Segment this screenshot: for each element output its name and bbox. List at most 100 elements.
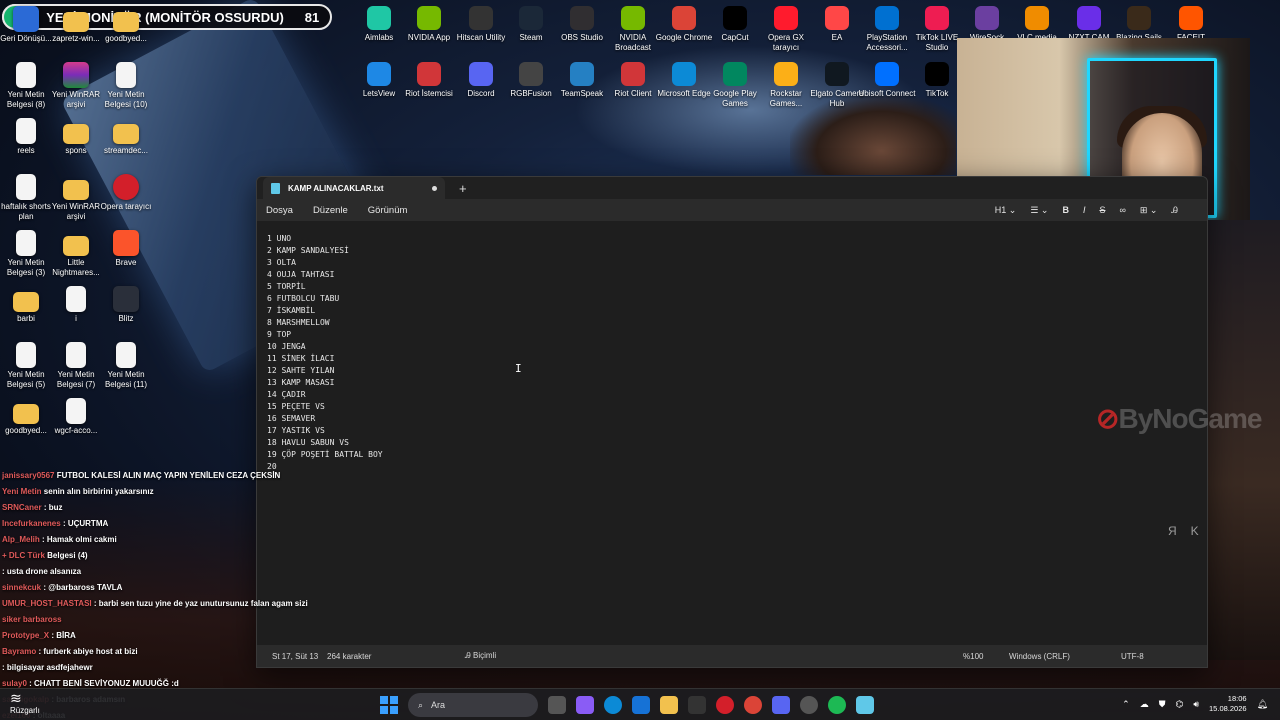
document-icon [66,286,86,312]
notepad-icon[interactable] [856,696,874,714]
chrome-icon[interactable] [744,696,762,714]
menu-duzenle[interactable]: Düzenle [313,205,348,216]
desktop-icon[interactable]: Yeni Metin Belgesi (10) [100,62,152,110]
app-shortcut-icon [1077,6,1101,30]
opera-icon[interactable] [716,696,734,714]
app-shortcut[interactable]: Riot İstemcisi [400,62,458,99]
app-shortcut[interactable]: Rockstar Games... [757,62,815,109]
desktop-icon[interactable]: barbi [0,286,52,324]
desktop-icon[interactable]: wgcf-acco... [50,398,102,436]
chat-username: Yeni Metin [2,487,42,496]
app-shortcut-label: Riot İstemcisi [405,89,453,98]
chat-text: : @barbaross TAVLA [43,583,123,592]
desktop-icon[interactable]: Yeni Metin Belgesi (7) [50,342,102,390]
editor-line: 17 YASTIK VS [267,426,325,435]
outlook-icon[interactable] [632,696,650,714]
notepad-editor[interactable]: 1 UNO 2 KAMP SANDALYESİ 3 OLTA 4 OUJA TAHTA… [257,229,1207,645]
app-shortcut-icon [570,6,594,30]
app-shortcut-icon [774,62,798,86]
desktop-icon[interactable]: Brave [100,230,152,268]
status-zoom[interactable]: %100 [963,652,1009,661]
app-shortcut[interactable]: RGBFusion [502,62,560,99]
desktop-icon[interactable]: Yeni Metin Belgesi (11) [100,342,152,390]
desktop-icon[interactable]: Geri Dönüşü... [0,6,52,44]
spotify-icon[interactable] [828,696,846,714]
bold-icon[interactable]: B [1062,205,1069,215]
desktop-icon[interactable]: goodbyed... [100,6,152,44]
desktop-icon[interactable]: i [50,286,102,324]
taskbar: ≋ Rüzgarlı ⌕ Ara ⌃ ☁ ⛊ ⌬ 🔊︎ 18:06 15.08.… [0,688,1280,720]
status-format[interactable]: Ꭿ Biçimli [465,651,963,661]
add-tab-icon[interactable]: + [459,181,467,196]
task-view-icon[interactable] [548,696,566,714]
app-shortcut-icon [1179,6,1203,30]
file-explorer-icon[interactable] [660,696,678,714]
desktop-icon[interactable]: haftalık shorts plan [0,174,52,222]
chat-username: UMUR_HOST_HASTASI [2,599,92,608]
app-shortcut[interactable]: Opera GX tarayıcı [757,6,815,53]
strikethrough-icon[interactable]: S [1099,205,1105,215]
security-icon[interactable]: ⛊ [1159,699,1166,710]
desktop-icon[interactable]: goodbyed... [0,398,52,436]
obs-icon[interactable] [800,696,818,714]
desktop-icon[interactable]: Opera tarayıcı [100,174,152,212]
edge-icon[interactable] [604,696,622,714]
brave-icon [113,230,139,256]
network-icon[interactable]: ⌬ [1175,699,1183,710]
app-shortcut[interactable]: OBS Studio [553,6,611,43]
taskbar-search[interactable]: ⌕ Ara [408,693,538,717]
chat-text: Belgesi (4) [47,551,88,560]
unsaved-dot-icon[interactable] [432,185,437,191]
cloud-icon[interactable]: ☁ [1140,699,1149,710]
weather-widget[interactable]: ≋ Rüzgarlı [10,691,40,716]
app-shortcut[interactable]: TeamSpeak [553,62,611,99]
desktop-icon[interactable]: Yeni Metin Belgesi (5) [0,342,52,390]
desktop-icon[interactable]: Yeni WinRAR arşivi [50,62,102,110]
desktop-icon[interactable]: Yeni WinRAR arşivi [50,174,102,222]
chat-message: janissary0567 FUTBOL KALESİ ALIN MAÇ YAP… [2,468,342,484]
desktop-icon[interactable]: zapretz-win... [50,6,102,44]
app-shortcut-icon [621,6,645,30]
app-shortcut-icon [469,62,493,86]
chevron-up-icon[interactable]: ⌃ [1122,699,1130,710]
menu-gorunum[interactable]: Görünüm [368,205,408,216]
blitz-icon [113,286,139,312]
desktop-icon-label: wgcf-acco... [54,426,98,435]
menu-dosya[interactable]: Dosya [266,205,293,216]
start-button[interactable] [380,696,398,714]
app-shortcut[interactable]: Microsoft Edge [655,62,713,99]
desktop-icon-label: Yeni WinRAR arşivi [51,90,101,109]
hitscan-icon[interactable] [688,696,706,714]
heading-dropdown[interactable]: H1 ⌄ [995,205,1017,216]
desktop-icon[interactable]: Little Nightmares... [50,230,102,278]
desktop-icon[interactable]: spons [50,118,102,156]
app-shortcut[interactable]: NVIDIA App [400,6,458,43]
desktop-icon[interactable]: Yeni Metin Belgesi (8) [0,62,52,110]
desktop-icon[interactable]: Blitz [100,286,152,324]
italic-icon[interactable]: I [1083,205,1086,215]
app-shortcut[interactable]: Google Play Games [706,62,764,109]
chat-username: Prototype_X [2,631,50,640]
list-icon[interactable]: ☰ ⌄ [1030,205,1048,216]
app-shortcut[interactable]: Riot Client [604,62,662,99]
volume-icon[interactable]: 🔊︎ [1193,699,1199,710]
notification-icon[interactable]: 🔔︎ [1257,699,1268,710]
clear-format-icon[interactable]: Ꭿ [1171,205,1178,216]
notepad-tab[interactable]: KAMP ALINACAKLAR.txt [263,177,445,199]
app-shortcut[interactable]: Steam [502,6,560,43]
app-shortcut[interactable]: NVIDIA Broadcast [604,6,662,53]
app-shortcut-icon [519,6,543,30]
link-icon[interactable]: ∞ [1119,205,1125,215]
app-shortcut[interactable]: CapCut [706,6,764,43]
app-shortcut-label: Riot Client [614,89,652,98]
desktop-icon[interactable]: Yeni Metin Belgesi (3) [0,230,52,278]
status-line-ending[interactable]: Windows (CRLF) [1009,652,1121,661]
clock[interactable]: 18:06 15.08.2026 [1209,694,1247,714]
app-shortcut[interactable]: Google Chrome [655,6,713,43]
discord-icon[interactable] [772,696,790,714]
status-encoding[interactable]: UTF-8 [1121,652,1144,661]
copilot-icon[interactable] [576,696,594,714]
table-icon[interactable]: ⊞ ⌄ [1140,205,1158,216]
desktop-icon[interactable]: reels [0,118,52,156]
desktop-icon[interactable]: streamdec... [100,118,152,156]
